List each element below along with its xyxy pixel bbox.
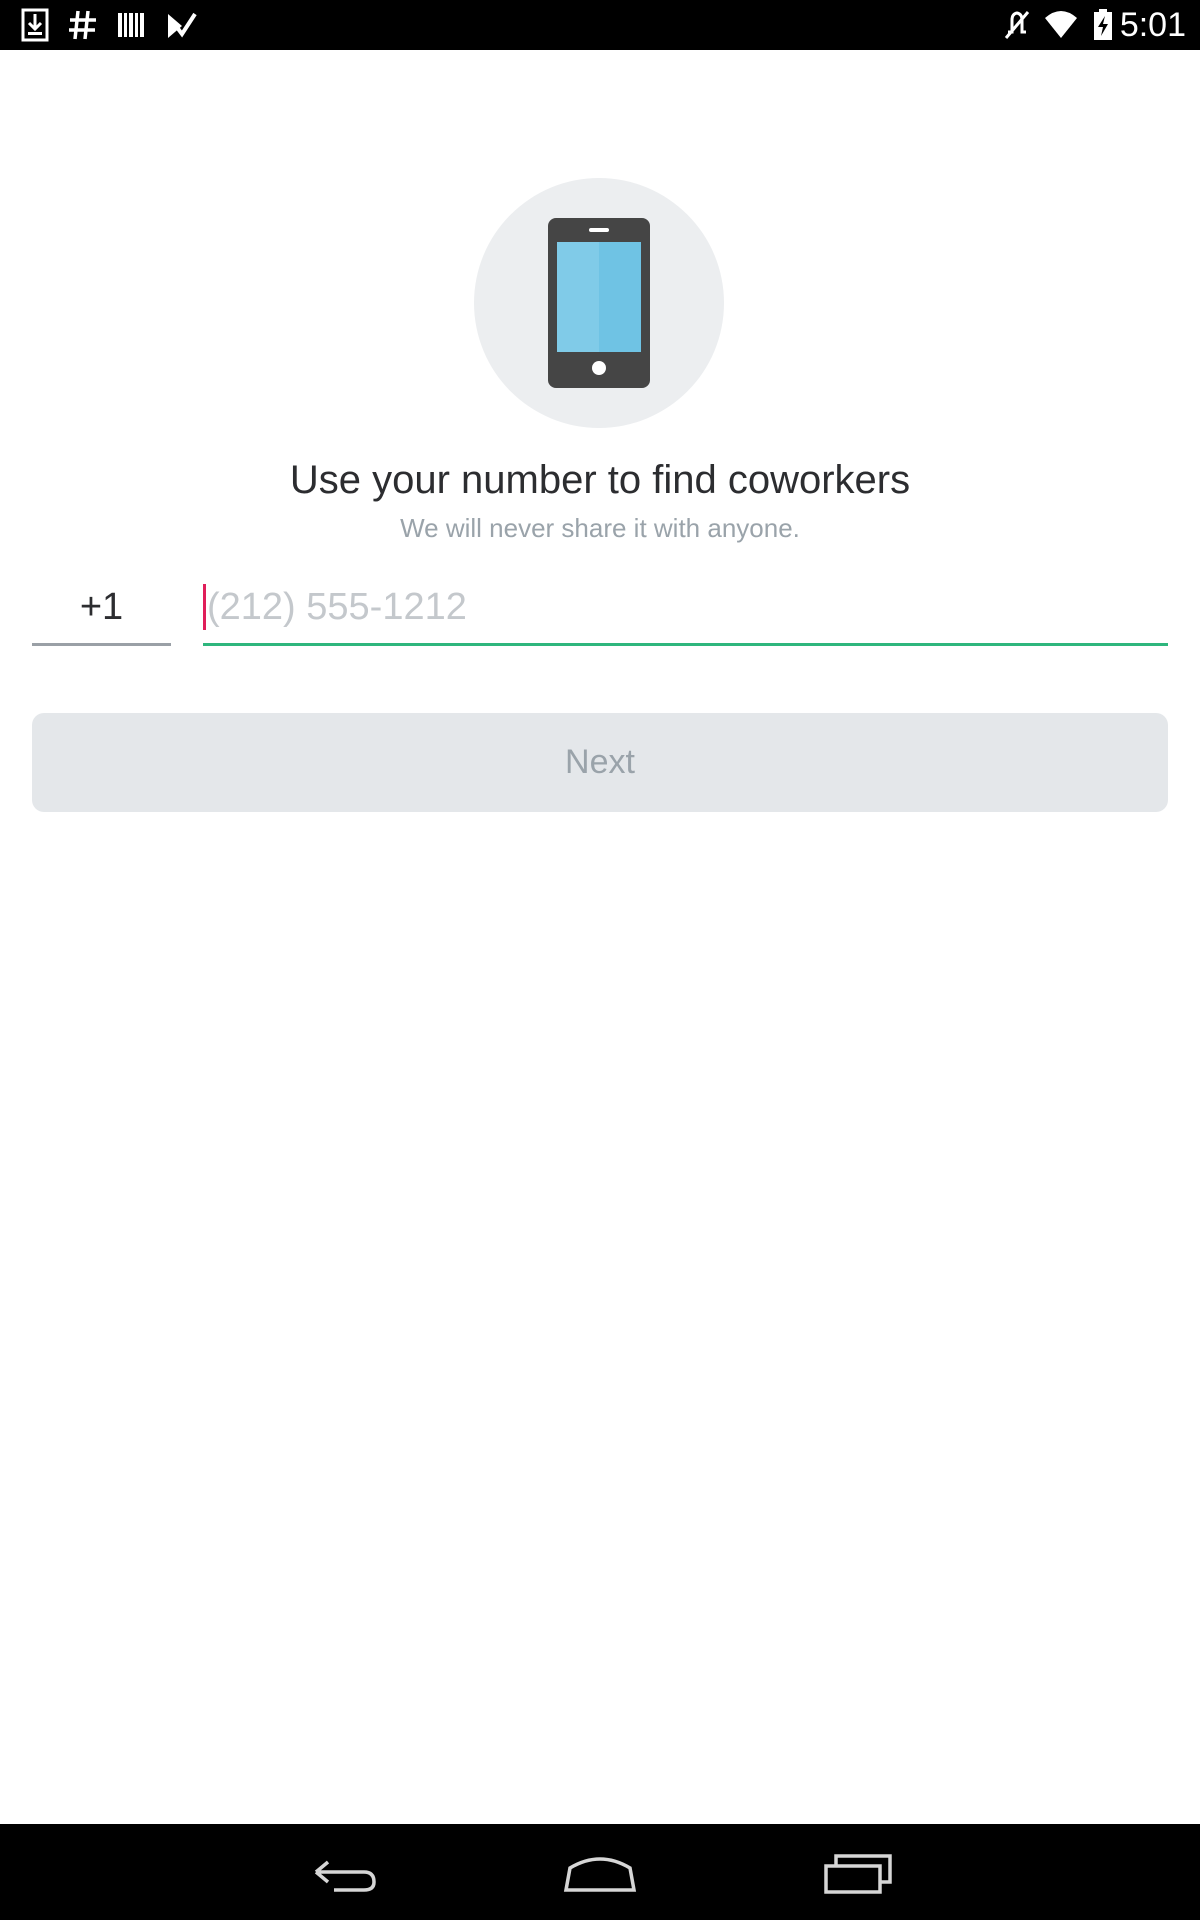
home-icon[interactable] — [560, 1844, 640, 1900]
status-time: 5:01 — [1119, 6, 1186, 44]
recents-icon[interactable] — [818, 1844, 898, 1900]
barcode-icon — [118, 13, 144, 37]
phone-number-input[interactable] — [203, 574, 1168, 640]
check-app-icon — [168, 12, 197, 38]
smartphone-icon — [548, 218, 650, 388]
status-bar: 5:01 — [0, 0, 1200, 50]
country-code-selector[interactable]: +1 — [32, 574, 171, 646]
text-cursor — [203, 584, 206, 630]
page-title: Use your number to find coworkers — [289, 458, 911, 502]
page-subtitle: We will never share it with anyone. — [400, 513, 800, 543]
next-button[interactable]: Next — [32, 713, 1168, 812]
mute-icon — [1004, 11, 1030, 39]
system-nav-bar — [0, 1824, 1200, 1920]
battery-charging-icon — [1094, 9, 1112, 40]
hero-illustration — [474, 178, 724, 428]
screen: 5:01 Use your number to find coworkers W… — [0, 0, 1200, 1920]
back-icon[interactable] — [304, 1844, 384, 1900]
wifi-icon — [1045, 11, 1077, 38]
slack-hash-icon — [69, 10, 96, 40]
phone-number-field[interactable] — [203, 574, 1168, 646]
download-icon — [21, 8, 49, 42]
